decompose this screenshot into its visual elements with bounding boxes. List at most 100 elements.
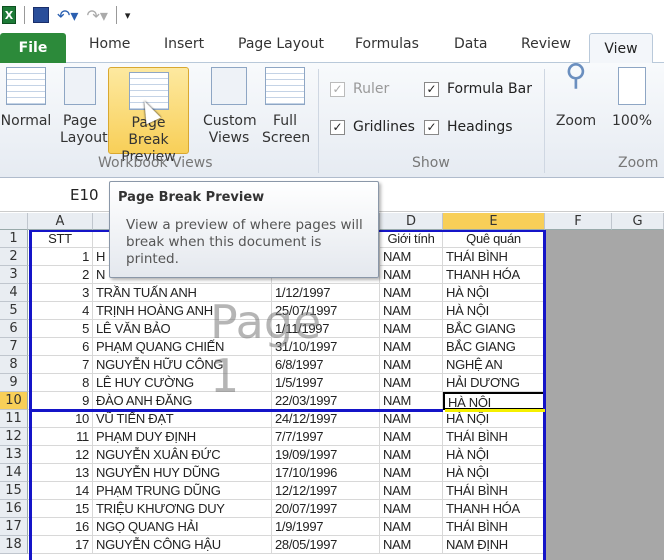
tab-home[interactable]: Home (89, 36, 130, 52)
cell[interactable]: HÀ NỘI (443, 302, 545, 320)
normal-view-button[interactable]: Normal (0, 67, 52, 130)
custom-views-button[interactable]: Custom Views (200, 67, 258, 147)
cell[interactable]: NAM (380, 482, 443, 500)
row-header[interactable]: 4 (0, 284, 28, 302)
cell[interactable]: NAM (380, 410, 443, 428)
headings-checkbox[interactable]: ✓ Headings (424, 119, 513, 135)
cell[interactable]: NGHỆ AN (443, 356, 545, 374)
cell[interactable]: NAM (380, 356, 443, 374)
cell[interactable]: TRIỆU KHƯƠNG DUY (93, 500, 272, 518)
zoom-100-button[interactable]: 100% (609, 67, 655, 130)
undo-icon[interactable]: ↶▾ (57, 6, 78, 25)
cell[interactable]: NAM (380, 302, 443, 320)
zoom-button[interactable]: ⚲ Zoom (553, 61, 599, 130)
cell[interactable]: 17/10/1996 (272, 464, 380, 482)
tab-formulas[interactable]: Formulas (355, 36, 419, 52)
cell[interactable]: HÀ NỘI (443, 464, 545, 482)
tab-review[interactable]: Review (521, 36, 571, 52)
cell[interactable]: Quê quán (443, 230, 545, 248)
page-break-line[interactable] (543, 230, 546, 560)
cell[interactable]: HÀ NỘI (443, 410, 545, 428)
row-header[interactable]: 15 (0, 482, 28, 500)
cell[interactable]: 12/12/1997 (272, 482, 380, 500)
row-header[interactable]: 12 (0, 428, 28, 446)
cell[interactable]: 22/03/1997 (272, 392, 380, 410)
cell[interactable]: NAM (380, 248, 443, 266)
cell[interactable]: NAM (380, 518, 443, 536)
cell[interactable]: THÁI BÌNH (443, 428, 545, 446)
column-header-f[interactable]: F (545, 213, 612, 230)
cell[interactable]: 1/9/1997 (272, 518, 380, 536)
cell[interactable]: NAM ĐỊNH (443, 536, 545, 554)
cell[interactable]: BẮC GIANG (443, 320, 545, 338)
cell[interactable]: THÁI BÌNH (443, 248, 545, 266)
cell[interactable]: HÀ NỘI (443, 392, 545, 410)
cell[interactable]: HẢI DƯƠNG (443, 374, 545, 392)
row-header[interactable]: 9 (0, 374, 28, 392)
cell[interactable]: NAM (380, 500, 443, 518)
page-layout-view-button[interactable]: Page Layout (56, 67, 108, 147)
cell[interactable]: 8 (28, 374, 93, 392)
cell[interactable]: PHẠM TRUNG DŨNG (93, 482, 272, 500)
cell[interactable]: STT (28, 230, 93, 248)
customize-toolbar-icon[interactable]: ▾ (125, 9, 131, 22)
page-break-line[interactable] (29, 230, 32, 560)
cell[interactable]: 2 (28, 266, 93, 284)
cell[interactable]: NAM (380, 374, 443, 392)
cell[interactable]: TRẦN TUẤN ANH (93, 284, 272, 302)
cell[interactable]: 11 (28, 428, 93, 446)
cell[interactable]: 7/7/1997 (272, 428, 380, 446)
tab-view[interactable]: View (589, 33, 653, 64)
redo-icon[interactable]: ↷▾ (86, 6, 107, 25)
cell[interactable]: 28/05/1997 (272, 536, 380, 554)
tab-insert[interactable]: Insert (164, 36, 204, 52)
gridlines-checkbox[interactable]: ✓ Gridlines (330, 119, 415, 135)
tab-file[interactable]: File (0, 33, 66, 63)
row-header[interactable]: 11 (0, 410, 28, 428)
cell[interactable]: 13 (28, 464, 93, 482)
select-all-corner[interactable] (0, 213, 28, 230)
cell[interactable]: NGUYỄN HỮU CÔNG (93, 356, 272, 374)
row-header[interactable]: 5 (0, 302, 28, 320)
cell[interactable]: THANH HÓA (443, 500, 545, 518)
cell[interactable]: Giới tính (380, 230, 443, 248)
cell[interactable]: LÊ HUY CƯỜNG (93, 374, 272, 392)
cell[interactable]: NAM (380, 266, 443, 284)
cell[interactable]: 17 (28, 536, 93, 554)
cell[interactable]: 14 (28, 482, 93, 500)
cell[interactable]: NGUYỄN HUY DŨNG (93, 464, 272, 482)
cell[interactable]: 6/8/1997 (272, 356, 380, 374)
formula-bar-checkbox[interactable]: ✓ Formula Bar (424, 81, 532, 97)
cell[interactable]: NAM (380, 536, 443, 554)
cell[interactable]: NAM (380, 338, 443, 356)
save-icon[interactable] (33, 7, 49, 23)
cell[interactable]: HÀ NỘI (443, 446, 545, 464)
tab-page-layout[interactable]: Page Layout (238, 36, 324, 52)
cell[interactable]: 24/12/1997 (272, 410, 380, 428)
cell[interactable]: HÀ NỘI (443, 284, 545, 302)
column-header-e[interactable]: E (443, 213, 545, 230)
cell[interactable]: TRỊNH HOÀNG ANH (93, 302, 272, 320)
cell[interactable]: 1/11/1997 (272, 320, 380, 338)
page-break-line[interactable] (29, 409, 443, 412)
row-header[interactable]: 2 (0, 248, 28, 266)
name-box[interactable]: E10 (70, 186, 99, 204)
row-header[interactable]: 16 (0, 500, 28, 518)
cell[interactable]: NAM (380, 446, 443, 464)
cell[interactable]: NAM (380, 320, 443, 338)
row-header[interactable]: 8 (0, 356, 28, 374)
cell[interactable]: THÁI BÌNH (443, 518, 545, 536)
row-header[interactable]: 13 (0, 446, 28, 464)
cell[interactable]: NGUYỄN CÔNG HẬU (93, 536, 272, 554)
cell[interactable]: 1/5/1997 (272, 374, 380, 392)
cell[interactable]: PHẠM DUY ĐỊNH (93, 428, 272, 446)
cell[interactable]: NAM (380, 284, 443, 302)
column-header-g[interactable]: G (612, 213, 664, 230)
row-header[interactable]: 3 (0, 266, 28, 284)
cell[interactable]: LÊ VĂN BẢO (93, 320, 272, 338)
cell[interactable]: 5 (28, 320, 93, 338)
cell[interactable]: THÁI BÌNH (443, 482, 545, 500)
cell[interactable]: 10 (28, 410, 93, 428)
row-header[interactable]: 10 (0, 392, 28, 410)
row-header[interactable]: 17 (0, 518, 28, 536)
